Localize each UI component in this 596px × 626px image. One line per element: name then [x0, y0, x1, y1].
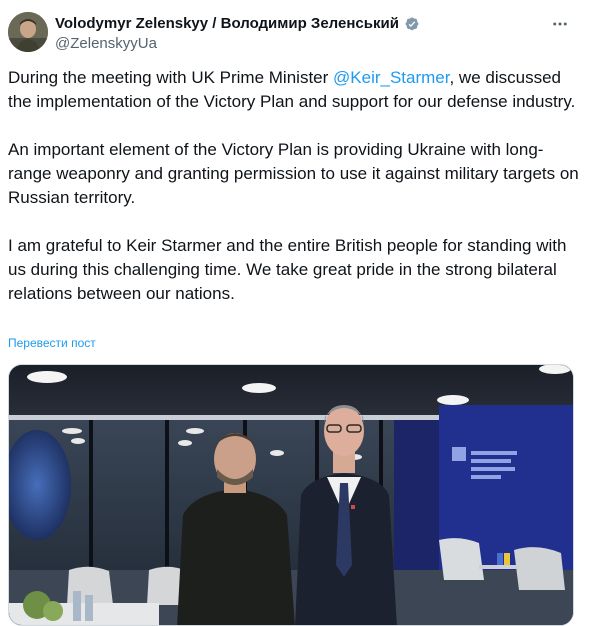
tweet-paragraph-3: I am grateful to Keir Starmer and the en…	[8, 236, 567, 303]
mention-link[interactable]: @Keir_Starmer	[333, 68, 449, 87]
tweet-paragraph-1: During the meeting with UK Prime Ministe…	[8, 66, 582, 114]
avatar-image	[8, 12, 48, 52]
translate-post-link[interactable]: Перевести пост	[8, 335, 96, 351]
more-horizontal-icon	[553, 22, 567, 26]
photo-image	[9, 365, 573, 625]
tweet-paragraph-2: An important element of the Victory Plan…	[8, 140, 579, 207]
avatar[interactable]	[8, 12, 48, 52]
more-options-button[interactable]	[550, 14, 570, 34]
tweet-header: Volodymyr Zelenskyy / Володимир Зеленськ…	[8, 12, 588, 56]
author-handle[interactable]: @ZelenskyyUa	[55, 34, 421, 54]
tweet-text: During the meeting with UK Prime Ministe…	[8, 66, 582, 330]
author-display-name[interactable]: Volodymyr Zelenskyy / Володимир Зеленськ…	[55, 14, 399, 33]
verified-badge-icon	[405, 16, 419, 30]
tweet-text-segment: During the meeting with UK Prime Ministe…	[8, 68, 334, 87]
tweet-photo[interactable]	[8, 364, 574, 626]
author-name-row[interactable]: Volodymyr Zelenskyy / Володимир Зеленськ…	[55, 14, 421, 33]
